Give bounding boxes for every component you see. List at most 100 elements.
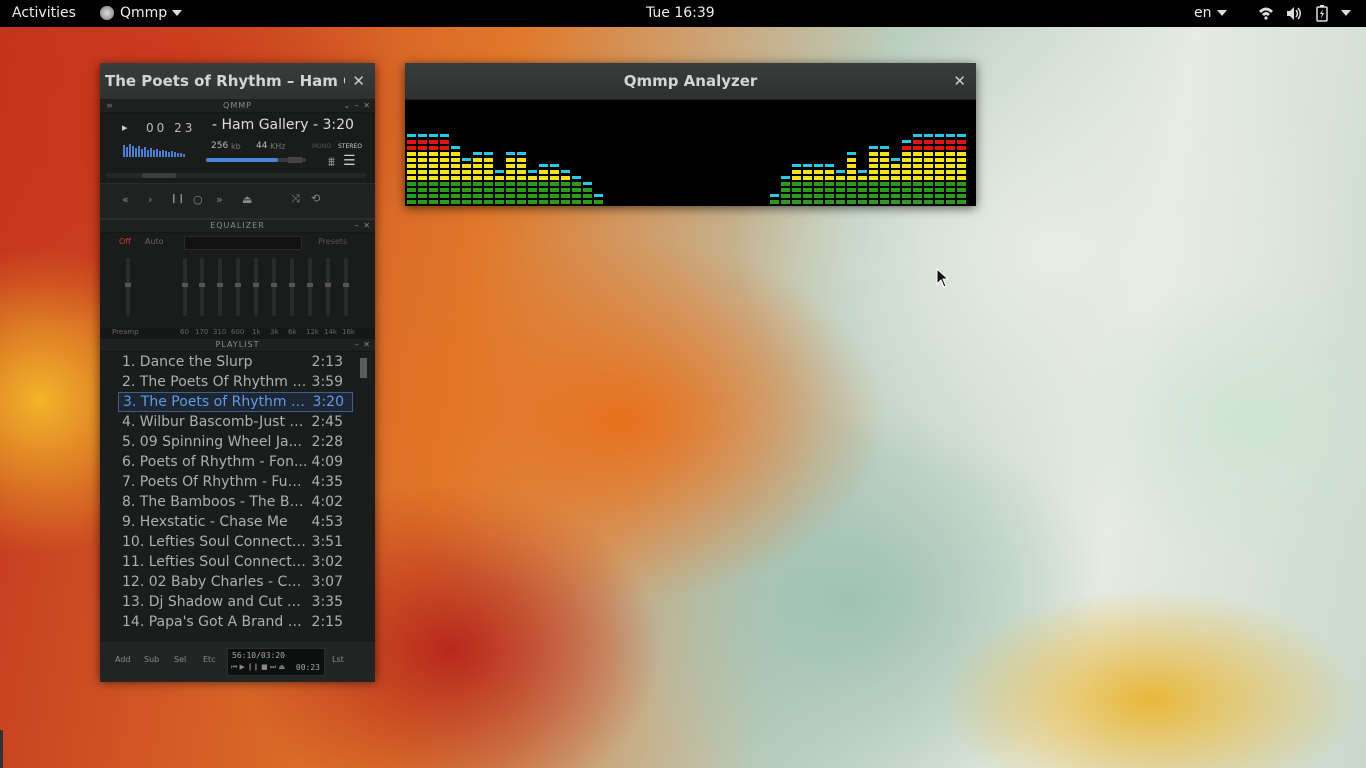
- eq-band-slider[interactable]: [325, 258, 331, 316]
- analyzer-titlebar[interactable]: Qmmp Analyzer ✕: [405, 63, 976, 100]
- seek-handle[interactable]: [142, 173, 176, 178]
- playlist-row[interactable]: 8. The Bamboos - The Ba... 4:02: [118, 492, 351, 512]
- slider-knob[interactable]: [199, 283, 205, 287]
- shuffle-button[interactable]: ⤨: [291, 192, 300, 206]
- slider-knob[interactable]: [289, 283, 295, 287]
- playlist-row[interactable]: 1. Dance the Slurp 2:13: [118, 352, 351, 372]
- seek-bar[interactable]: [106, 173, 366, 178]
- analyzer-bar-segment: [935, 152, 944, 156]
- slider-knob[interactable]: [271, 283, 277, 287]
- battery-icon[interactable]: [1315, 0, 1329, 27]
- playlist-titlebar[interactable]: PLAYLIST – ✕: [100, 339, 375, 352]
- eq-band-slider[interactable]: [343, 258, 349, 316]
- playlist-etc-button[interactable]: Etc: [203, 655, 216, 664]
- eject-button[interactable]: ⏏: [242, 193, 252, 206]
- analyzer-bar-segment: [902, 176, 911, 180]
- eq-band-label: 6k: [288, 328, 297, 336]
- playlist-row-duration: 2:45: [311, 414, 343, 430]
- analyzer-bar-segment: [440, 176, 449, 180]
- volume-icon[interactable]: [1285, 0, 1303, 27]
- eq-presets-button[interactable]: Presets: [318, 237, 347, 246]
- slider-knob[interactable]: [125, 283, 131, 287]
- playlist-add-button[interactable]: Add: [115, 655, 131, 664]
- close-icon[interactable]: ✕: [352, 63, 365, 99]
- slider-knob[interactable]: [217, 283, 223, 287]
- eq-band-slider[interactable]: [235, 258, 241, 316]
- app-menu[interactable]: Qmmp: [100, 0, 183, 27]
- slider-knob[interactable]: [182, 283, 188, 287]
- spectrum-analyzer[interactable]: [405, 100, 976, 206]
- next-button[interactable]: »: [216, 193, 223, 206]
- playlist-list-button[interactable]: Lst: [332, 655, 344, 664]
- playlist-row[interactable]: 7. Poets Of Rhythm - Fun... 4:35: [118, 472, 351, 492]
- playlist-row[interactable]: 3. The Poets of Rhythm - ... 3:20: [118, 392, 353, 412]
- eq-band-slider[interactable]: [289, 258, 295, 316]
- slider-knob[interactable]: [343, 283, 349, 287]
- eq-auto-toggle[interactable]: Auto: [145, 237, 164, 246]
- playlist-row[interactable]: 11. Lefties Soul Connecti... 3:02: [118, 552, 351, 572]
- playlist-row[interactable]: 9. Hexstatic - Chase Me 4:53: [118, 512, 351, 532]
- slider-knob[interactable]: [235, 283, 241, 287]
- play-button[interactable]: ›: [148, 193, 152, 206]
- activities-button[interactable]: Activities: [12, 0, 76, 27]
- equalizer-titlebar[interactable]: EQUALIZER – ✕: [100, 220, 375, 233]
- stop-button[interactable]: ○: [193, 193, 203, 206]
- playlist-sel-button[interactable]: Sel: [174, 655, 186, 664]
- pause-button[interactable]: ❙❙: [170, 194, 185, 204]
- wifi-icon[interactable]: [1258, 0, 1274, 27]
- analyzer-peak-marker: [847, 152, 856, 155]
- playlist-row[interactable]: 10. Lefties Soul Connecti... 3:51: [118, 532, 351, 552]
- balance-slider[interactable]: [288, 157, 302, 163]
- analyzer-bar-segment: [902, 164, 911, 168]
- playlist-toggle-icon[interactable]: ☰: [343, 153, 356, 169]
- system-menu[interactable]: [1336, 0, 1351, 27]
- playlist-row[interactable]: 4. Wilbur Bascomb-Just A... 2:45: [118, 412, 351, 432]
- window-titlebar[interactable]: The Poets of Rhythm – Ham Ga... ✕: [100, 63, 375, 100]
- eq-band-slider[interactable]: [307, 258, 313, 316]
- window-controls-icon[interactable]: ⌄ – ✕: [344, 100, 372, 112]
- analyzer-bar-segment: [935, 140, 944, 144]
- slider-knob[interactable]: [325, 283, 331, 287]
- analyzer-bar-segment: [836, 176, 845, 180]
- analyzer-bar-segment: [924, 182, 933, 186]
- playlist-scrollbar[interactable]: [360, 358, 367, 378]
- player-skin-titlebar[interactable]: ≡ QMMP ⌄ – ✕: [100, 100, 375, 113]
- playlist-row[interactable]: 12. 02 Baby Charles - Co... 3:07: [118, 572, 351, 592]
- playlist-row[interactable]: 14. Papa's Got A Brand N... 2:15: [118, 612, 351, 632]
- eq-band-slider[interactable]: [182, 258, 188, 316]
- window-controls-icon[interactable]: – ✕: [355, 339, 371, 351]
- analyzer-bar-segment: [418, 200, 427, 204]
- repeat-button[interactable]: ⟲: [311, 192, 320, 205]
- close-icon[interactable]: ✕: [953, 63, 966, 99]
- equalizer-toggle-icon[interactable]: ⩩: [328, 155, 335, 170]
- analyzer-peak-marker: [506, 152, 515, 155]
- playlist-sub-button[interactable]: Sub: [144, 655, 159, 664]
- playlist-row[interactable]: 2. The Poets Of Rhythm -... 3:59: [118, 372, 351, 392]
- menu-icon[interactable]: ≡: [106, 100, 114, 112]
- clock[interactable]: Tue 16:39: [646, 0, 715, 27]
- mini-visualizer[interactable]: [122, 141, 186, 157]
- eq-band-slider[interactable]: [217, 258, 223, 316]
- analyzer-bar-segment: [484, 170, 493, 174]
- analyzer-bar-segment: [792, 200, 801, 204]
- analyzer-bar-segment: [572, 182, 581, 186]
- playlist-row[interactable]: 6. Poets of Rhythm - Fon... 4:09: [118, 452, 351, 472]
- eq-off-toggle[interactable]: Off: [119, 237, 131, 246]
- analyzer-bar-segment: [407, 158, 416, 162]
- mini-transport-icon[interactable]: ⏮ ▶ ❙❙ ■ ⏭ ⏏: [231, 663, 285, 672]
- previous-button[interactable]: «: [122, 193, 129, 206]
- eq-band-slider[interactable]: [253, 258, 259, 316]
- analyzer-peak-marker: [561, 170, 570, 173]
- slider-knob[interactable]: [307, 283, 313, 287]
- analyzer-bar-segment: [924, 200, 933, 204]
- eq-band-slider[interactable]: [199, 258, 205, 316]
- preamp-slider[interactable]: [125, 258, 131, 316]
- analyzer-peak-marker: [528, 170, 537, 173]
- playlist-row[interactable]: 5. 09 Spinning Wheel Ja... 2:28: [118, 432, 351, 452]
- eq-band-slider[interactable]: [271, 258, 277, 316]
- language-menu[interactable]: en: [1194, 0, 1227, 27]
- analyzer-bar-segment: [825, 194, 834, 198]
- playlist-row[interactable]: 13. Dj Shadow and Cut C... 3:35: [118, 592, 351, 612]
- window-controls-icon[interactable]: – ✕: [355, 220, 371, 232]
- slider-knob[interactable]: [253, 283, 259, 287]
